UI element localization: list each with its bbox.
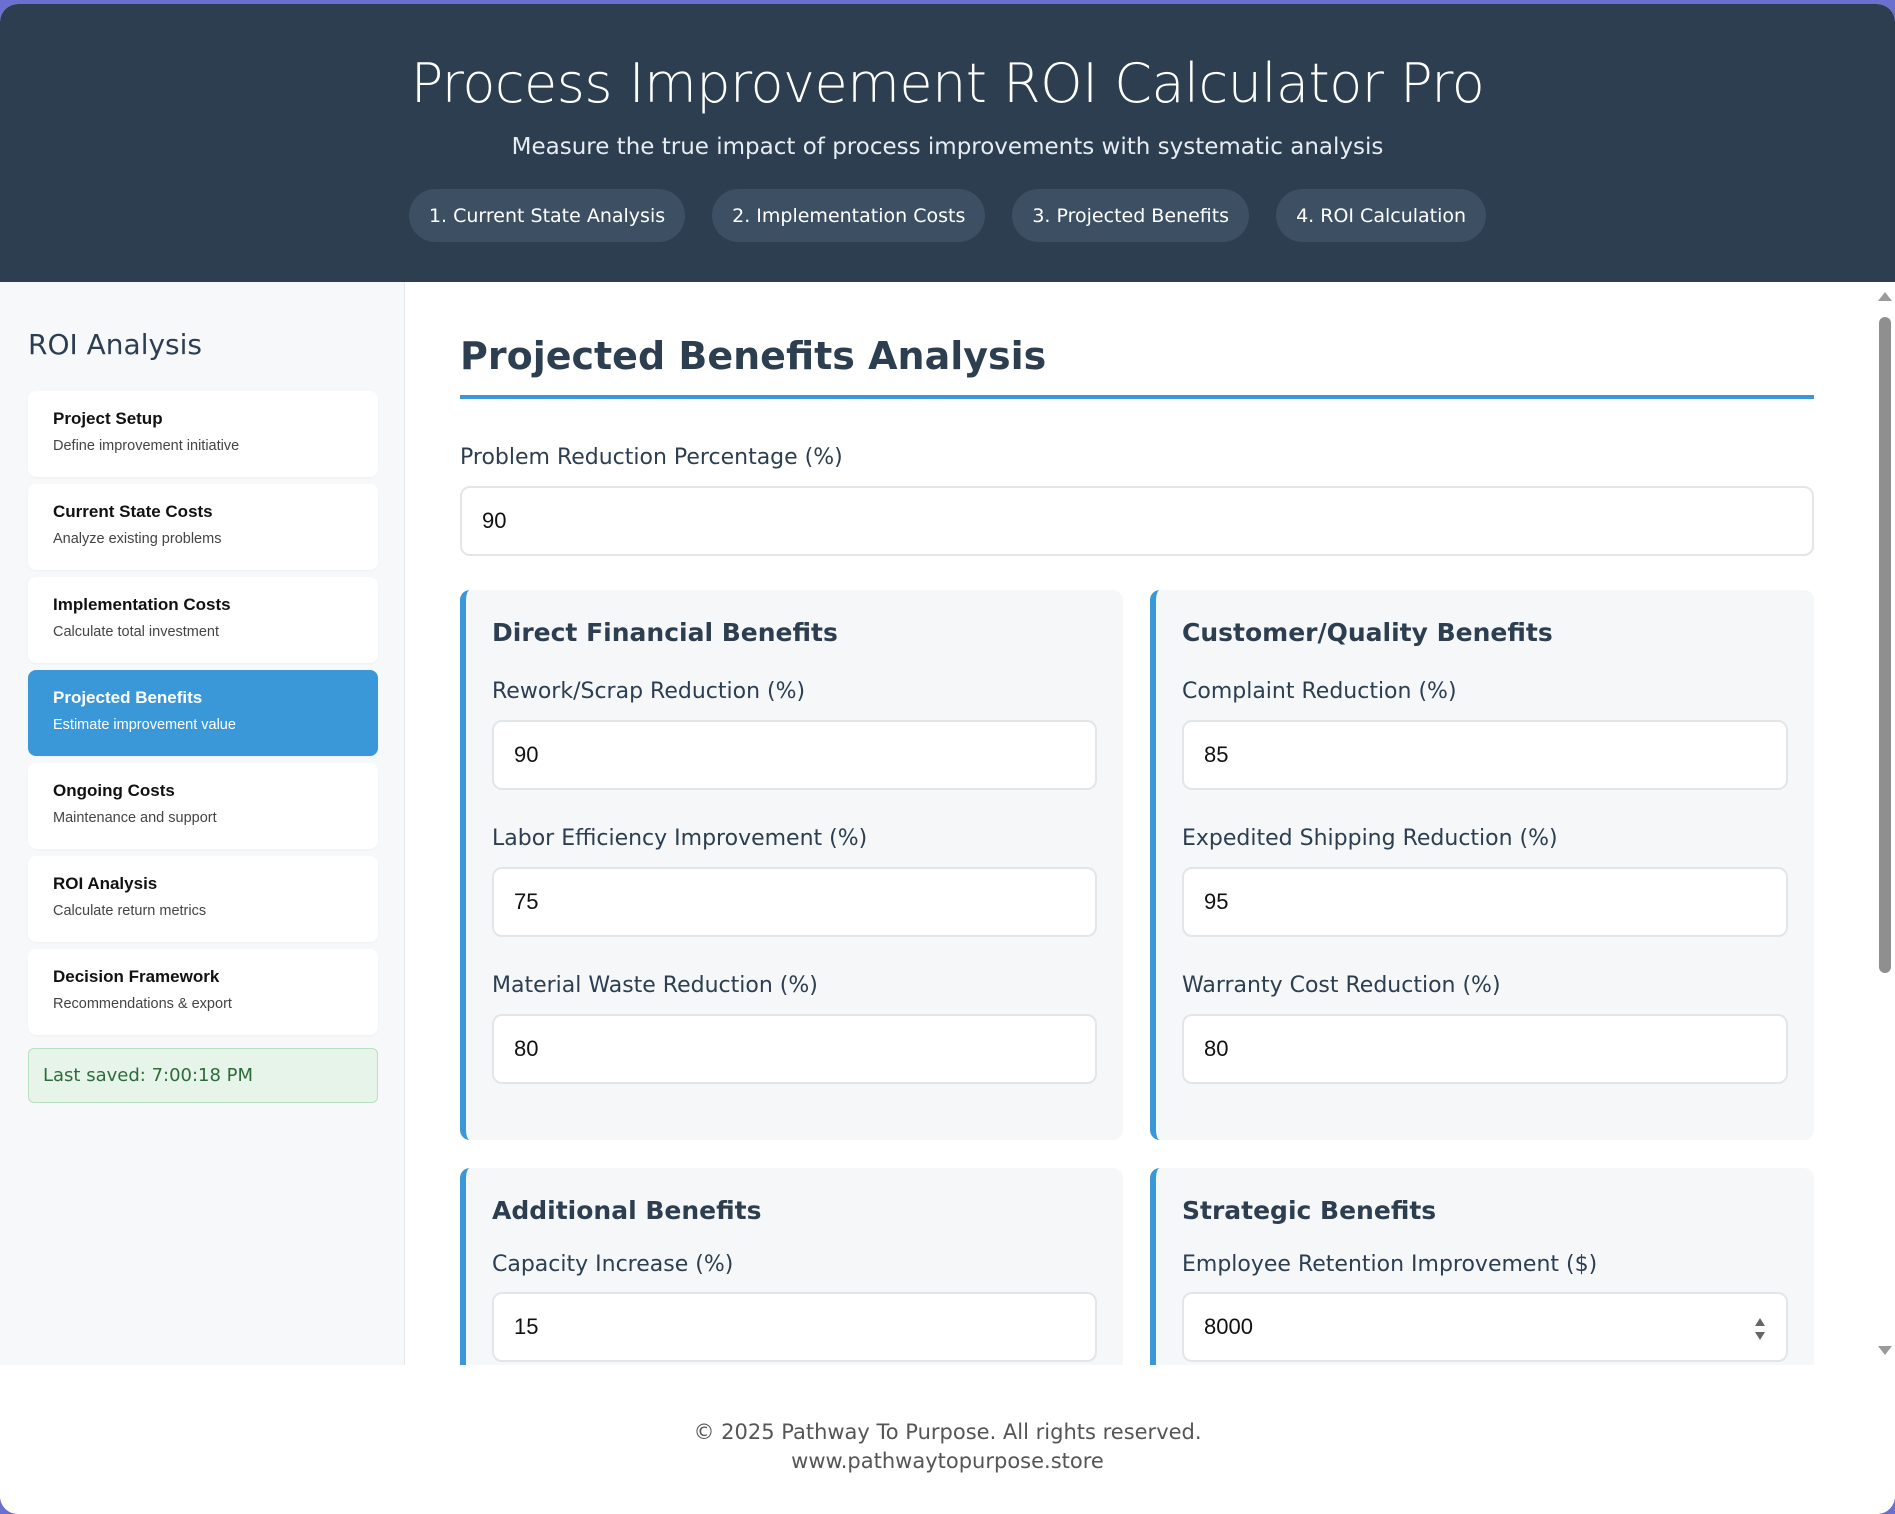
footer-copyright: © 2025 Pathway To Purpose. All rights re… xyxy=(693,1420,1202,1444)
labor-efficiency-input[interactable]: 75 xyxy=(492,867,1097,937)
sidebar-item-desc: Define improvement initiative xyxy=(53,438,240,454)
strategic-benefits-card: Strategic Benefits Employee Retention Im… xyxy=(1150,1168,1814,1365)
labor-efficiency-label: Labor Efficiency Improvement (%) xyxy=(492,826,868,851)
sidebar-item-desc: Calculate total investment xyxy=(53,624,220,640)
scroll-up-arrow-icon[interactable] xyxy=(1878,292,1892,301)
capacity-increase-label: Capacity Increase (%) xyxy=(492,1252,734,1277)
sidebar-item-title: Project Setup xyxy=(53,409,163,428)
material-waste-input[interactable]: 80 xyxy=(492,1014,1097,1084)
heading-underline xyxy=(460,395,1814,399)
sidebar-item-current-state-costs[interactable]: Current State Costs Analyze existing pro… xyxy=(28,484,378,570)
sidebar-item-implementation-costs[interactable]: Implementation Costs Calculate total inv… xyxy=(28,577,378,663)
employee-retention-value: 8000 xyxy=(1204,1314,1253,1339)
card-title: Additional Benefits xyxy=(492,1196,762,1225)
sidebar-title: ROI Analysis xyxy=(28,328,203,361)
material-waste-label: Material Waste Reduction (%) xyxy=(492,973,818,998)
sidebar-item-roi-analysis[interactable]: ROI Analysis Calculate return metrics xyxy=(28,856,378,942)
section-heading: Projected Benefits Analysis xyxy=(460,334,1047,378)
employee-retention-input[interactable]: 8000 xyxy=(1182,1292,1788,1362)
step-current-state[interactable]: 1. Current State Analysis xyxy=(408,189,686,242)
sidebar-item-title: Decision Framework xyxy=(53,967,220,986)
sidebar-item-desc: Recommendations & export xyxy=(53,996,232,1012)
page-subtitle: Measure the true impact of process impro… xyxy=(511,134,1384,160)
sidebar-item-decision-framework[interactable]: Decision Framework Recommendations & exp… xyxy=(28,949,378,1035)
sidebar-item-title: Ongoing Costs xyxy=(53,781,175,800)
step-roi-calculation[interactable]: 4. ROI Calculation xyxy=(1276,189,1487,242)
main-scrollbar[interactable] xyxy=(1873,282,1895,1365)
main-content: Projected Benefits Analysis Problem Redu… xyxy=(406,282,1895,1365)
complaint-reduction-input[interactable]: 85 xyxy=(1182,720,1788,790)
step-implementation-costs[interactable]: 2. Implementation Costs xyxy=(712,189,986,242)
sidebar-item-title: Implementation Costs xyxy=(53,595,231,614)
sidebar-item-project-setup[interactable]: Project Setup Define improvement initiat… xyxy=(28,391,378,477)
step-projected-benefits[interactable]: 3. Projected Benefits xyxy=(1012,189,1250,242)
sidebar-item-projected-benefits[interactable]: Projected Benefits Estimate improvement … xyxy=(28,670,378,756)
complaint-reduction-label: Complaint Reduction (%) xyxy=(1182,679,1457,704)
sidebar-item-title: Current State Costs xyxy=(53,502,213,521)
sidebar-nav: Project Setup Define improvement initiat… xyxy=(28,391,378,1042)
scroll-down-arrow-icon[interactable] xyxy=(1878,1346,1892,1355)
last-saved-status: Last saved: 7:00:18 PM xyxy=(28,1048,378,1103)
expedited-shipping-label: Expedited Shipping Reduction (%) xyxy=(1182,826,1558,851)
header: Process Improvement ROI Calculator Pro M… xyxy=(0,4,1895,282)
sidebar-item-title: ROI Analysis xyxy=(53,874,158,893)
additional-benefits-card: Additional Benefits Capacity Increase (%… xyxy=(460,1168,1123,1365)
warranty-cost-input[interactable]: 80 xyxy=(1182,1014,1788,1084)
sidebar-item-desc: Maintenance and support xyxy=(53,810,217,826)
sidebar-item-ongoing-costs[interactable]: Ongoing Costs Maintenance and support xyxy=(28,763,378,849)
step-nav: 1. Current State Analysis 2. Implementat… xyxy=(0,189,1895,242)
employee-retention-label: Employee Retention Improvement ($) xyxy=(1182,1252,1598,1277)
direct-financial-benefits-card: Direct Financial Benefits Rework/Scrap R… xyxy=(460,590,1123,1140)
scrollbar-thumb[interactable] xyxy=(1879,317,1891,973)
rework-scrap-label: Rework/Scrap Reduction (%) xyxy=(492,679,806,704)
number-spinner-icon[interactable] xyxy=(1754,1316,1766,1342)
card-title: Strategic Benefits xyxy=(1182,1196,1437,1225)
page-title: Process Improvement ROI Calculator Pro xyxy=(410,52,1485,115)
rework-scrap-input[interactable]: 90 xyxy=(492,720,1097,790)
expedited-shipping-input[interactable]: 95 xyxy=(1182,867,1788,937)
problem-reduction-input[interactable]: 90 xyxy=(460,486,1814,556)
sidebar-item-title: Projected Benefits xyxy=(53,688,203,707)
card-title: Direct Financial Benefits xyxy=(492,618,838,647)
app-window: Process Improvement ROI Calculator Pro M… xyxy=(0,4,1895,1514)
problem-reduction-label: Problem Reduction Percentage (%) xyxy=(460,445,843,470)
footer-website: www.pathwaytopurpose.store xyxy=(791,1449,1104,1473)
capacity-increase-input[interactable]: 15 xyxy=(492,1292,1097,1362)
warranty-cost-label: Warranty Cost Reduction (%) xyxy=(1182,973,1501,998)
footer: © 2025 Pathway To Purpose. All rights re… xyxy=(0,1365,1895,1514)
card-title: Customer/Quality Benefits xyxy=(1182,618,1553,647)
sidebar-item-desc: Analyze existing problems xyxy=(53,531,222,547)
sidebar: ROI Analysis Project Setup Define improv… xyxy=(0,282,405,1365)
customer-quality-benefits-card: Customer/Quality Benefits Complaint Redu… xyxy=(1150,590,1814,1140)
sidebar-item-desc: Estimate improvement value xyxy=(53,717,236,733)
sidebar-item-desc: Calculate return metrics xyxy=(53,903,207,919)
